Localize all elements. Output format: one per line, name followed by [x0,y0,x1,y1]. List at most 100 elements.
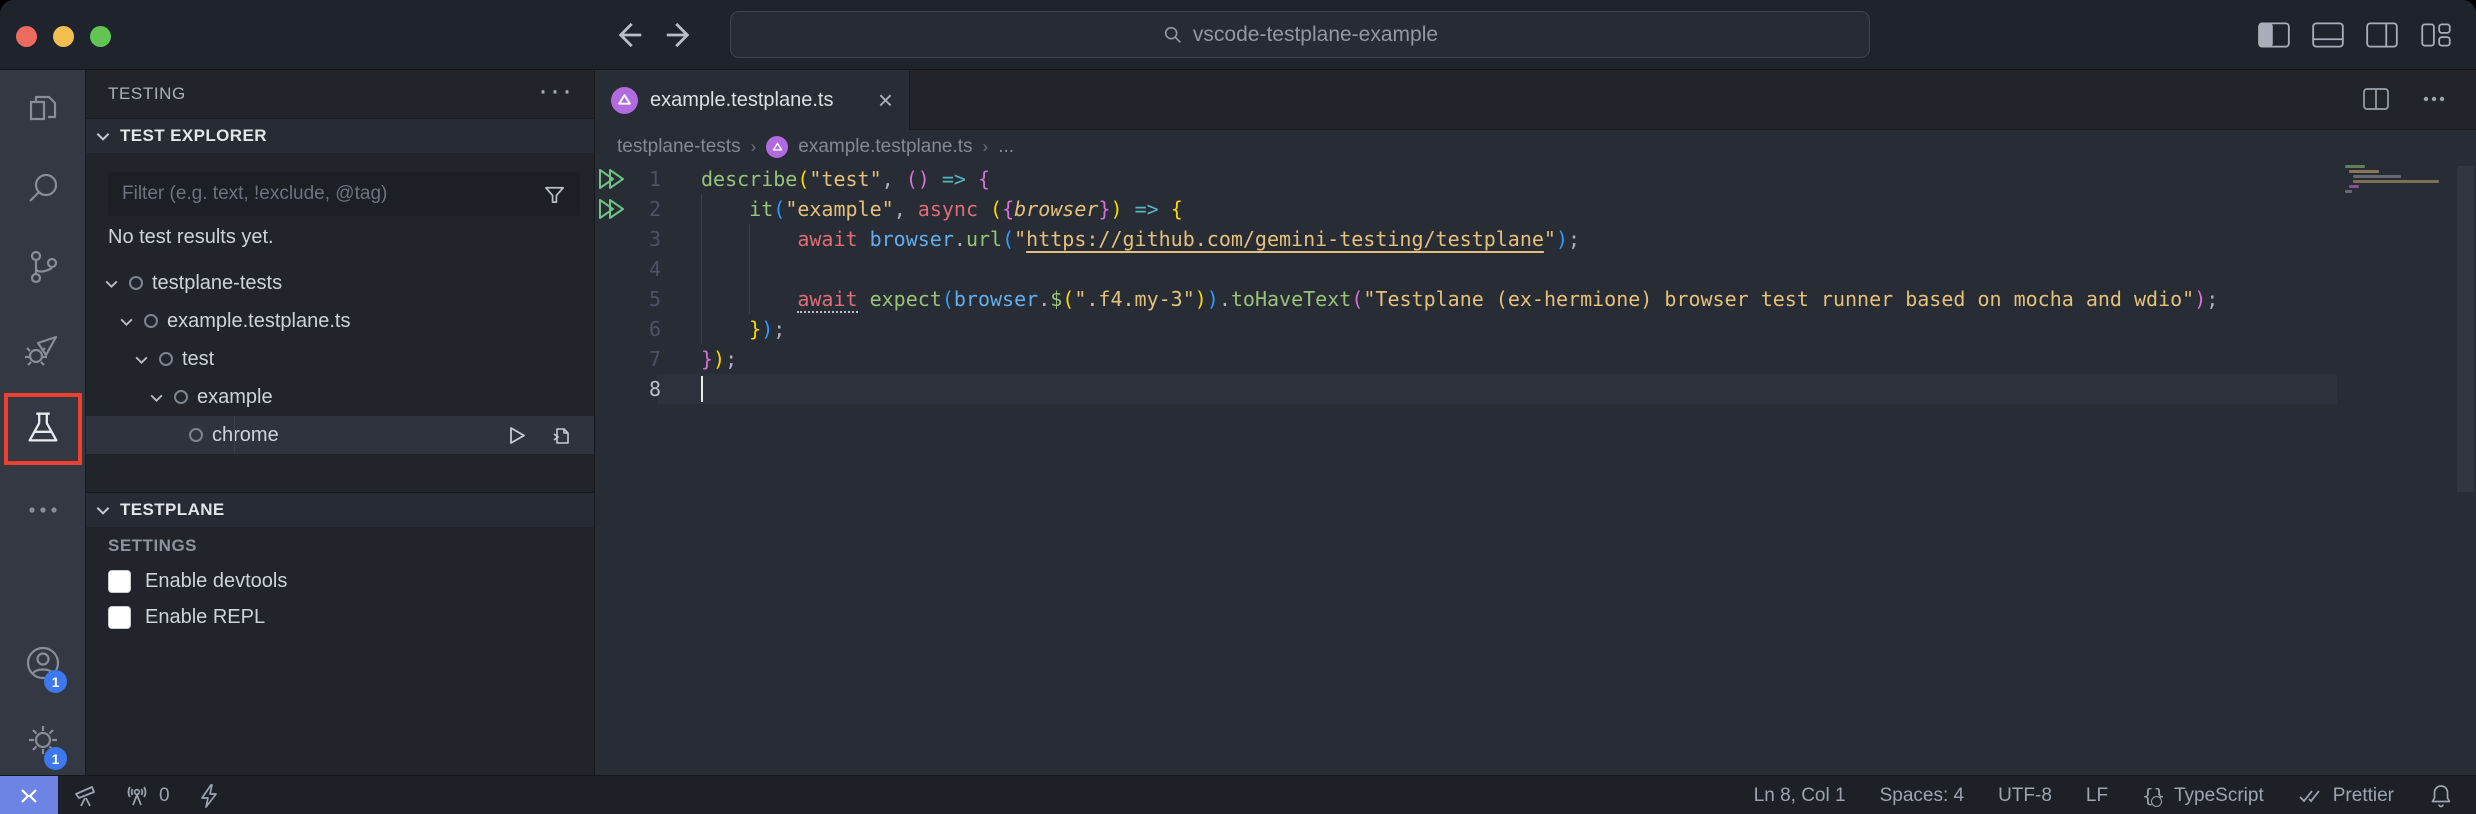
zap-icon[interactable] [196,783,222,809]
testing-sidebar: TESTING ··· TEST EXPLORER Filter (e.g. t… [86,70,595,775]
toggle-primary-sidebar-icon[interactable] [2256,18,2292,52]
files-icon [22,89,64,131]
testplane-title: TESTPLANE [120,500,225,520]
test-filter-input[interactable]: Filter (e.g. text, !exclude, @tag) [108,172,580,216]
title-bar: vscode-testplane-example [0,0,2476,70]
arrow-left-icon [608,16,646,54]
minimize-window-button[interactable] [53,26,74,47]
chevron-down-icon [94,501,112,519]
tab-label: example.testplane.ts [650,89,833,112]
tab-example-testplane-ts[interactable]: example.testplane.ts × [595,70,910,130]
code-line-3[interactable]: 3 await browser.url("https://github.com/… [595,224,2476,254]
eol-status[interactable]: LF [2086,785,2108,807]
enable-repl-row: Enable REPL [108,600,508,634]
indent-guide [701,254,702,284]
close-window-button[interactable] [16,26,37,47]
test-state-circle-icon [143,313,159,329]
line-number: 5 [595,284,661,314]
search-view-button[interactable] [0,155,86,221]
remote-indicator-button[interactable] [0,776,58,814]
enable-devtools-row: Enable devtools [108,564,508,598]
run-test-icon[interactable] [505,424,528,447]
enable-repl-checkbox[interactable] [108,606,131,629]
tree-item-test[interactable]: test [86,340,595,378]
customize-layout-icon[interactable] [2418,18,2454,52]
double-check-icon [2298,783,2324,809]
test-explorer-title: TEST EXPLORER [120,126,267,146]
navigate-forward-button[interactable] [662,16,700,54]
code-line-6[interactable]: 6 }); [595,314,2476,344]
code-line-8[interactable]: 8 [595,374,2476,404]
code-text: await browser.url("https://github.com/ge… [701,224,1580,254]
tree-item-testplane-tests[interactable]: testplane-tests [86,264,595,302]
tree-item-label: testplane-tests [152,272,282,295]
ports-count: 0 [159,785,170,807]
split-editor-icon[interactable] [2360,83,2392,115]
navigate-back-button[interactable] [608,16,646,54]
breadcrumb-file[interactable]: example.testplane.ts [798,136,972,158]
line-number: 2 [595,194,661,224]
chevron-down-icon [118,313,135,330]
close-tab-icon[interactable]: × [878,87,893,113]
filter-funnel-icon[interactable] [543,183,566,206]
source-control-icon [22,246,64,288]
formatter-label: Prettier [2333,785,2394,807]
broadcast-icon [124,783,150,809]
formatter-status[interactable]: Prettier [2298,783,2394,809]
more-views-icon [22,489,64,531]
command-center-search[interactable]: vscode-testplane-example [730,11,1870,58]
sidebar-title: TESTING [108,84,186,104]
zoom-window-button[interactable] [90,26,111,47]
ports-status[interactable]: 0 [124,783,170,809]
cursor-position-status[interactable]: Ln 8, Col 1 [1754,785,1846,807]
tree-item-example.testplane.ts[interactable]: example.testplane.ts [86,302,595,340]
source-control-view-button[interactable] [0,234,86,300]
code-line-4[interactable]: 4 [595,254,2476,284]
code-line-7[interactable]: 7}); [595,344,2476,374]
accounts-button[interactable]: 1 [0,630,86,696]
enable-devtools-label: Enable devtools [145,570,287,593]
settings-group-label: SETTINGS [108,536,197,556]
annotation-highlight-box [4,393,82,465]
language-label: TypeScript [2174,785,2264,807]
chevron-right-icon: › [983,137,989,157]
code-text: it("example", async ({browser}) => { [701,194,1183,224]
test-explorer-section-header[interactable]: TEST EXPLORER [86,118,594,153]
tree-item-example[interactable]: example [86,378,595,416]
tab-bar: example.testplane.ts × [595,70,2476,130]
testplane-section-header[interactable]: TESTPLANE [86,492,594,527]
sidebar-more-actions-button[interactable]: ··· [538,74,574,108]
editor-scrollbar[interactable] [2457,166,2474,492]
chevron-down-icon [103,275,120,292]
search-icon [22,167,64,209]
notifications-bell-icon[interactable] [2428,783,2454,809]
breadcrumb-symbol[interactable]: ... [998,136,1014,158]
arrow-right-icon [662,16,700,54]
language-status[interactable]: {} TypeScript [2142,785,2264,807]
code-line-2[interactable]: 2 it("example", async ({browser}) => { [595,194,2476,224]
braces-icon: {} [2142,785,2165,807]
line-number: 7 [595,344,661,374]
encoding-status[interactable]: UTF-8 [1998,785,2052,807]
enable-repl-label: Enable REPL [145,606,265,629]
status-bar: 0 Ln 8, Col 1 Spaces: 4 UTF-8 LF {} Type… [0,775,2476,814]
toggle-panel-icon[interactable] [2310,18,2346,52]
indentation-status[interactable]: Spaces: 4 [1880,785,1965,807]
enable-devtools-checkbox[interactable] [108,570,131,593]
run-debug-view-button[interactable] [0,315,86,381]
breadcrumb-folder[interactable]: testplane-tests [617,136,741,158]
settings-button[interactable]: 1 [0,707,86,773]
go-to-test-icon[interactable] [550,424,573,447]
test-state-circle-icon [158,351,174,367]
toggle-secondary-sidebar-icon[interactable] [2364,18,2400,52]
additional-views-button[interactable] [0,477,86,543]
explorer-view-button[interactable] [0,77,86,143]
code-line-5[interactable]: 5 await expect(browser.$(".f4.my-3")).to… [595,284,2476,314]
testplane-file-icon [611,87,638,114]
editor-more-actions-icon[interactable] [2418,83,2450,115]
code-line-1[interactable]: 1describe("test", () => { [595,164,2476,194]
no-test-results-message: No test results yet. [108,226,274,249]
tree-item-chrome[interactable]: chrome [86,416,595,454]
minimap[interactable] [2345,165,2457,195]
telescope-icon[interactable] [72,783,98,809]
